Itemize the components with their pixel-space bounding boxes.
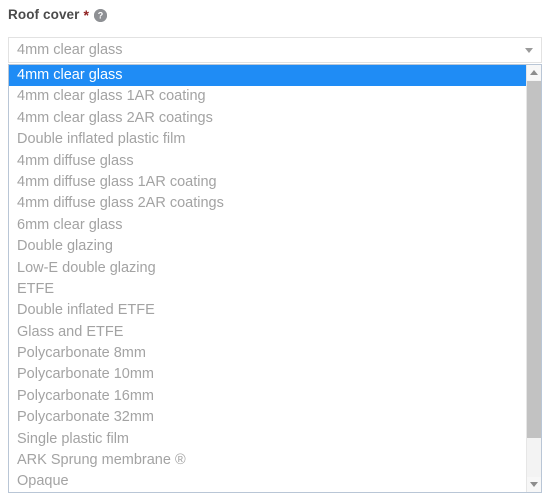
option-item[interactable]: Polycarbonate 32mm xyxy=(9,407,526,428)
chevron-down-icon[interactable] xyxy=(525,47,533,53)
field-label-row: Roof cover * ? xyxy=(8,4,108,24)
option-item[interactable]: Single plastic film xyxy=(9,429,526,450)
option-item[interactable]: Opaque xyxy=(9,471,526,492)
option-item[interactable]: Polycarbonate 10mm xyxy=(9,364,526,385)
scroll-down-arrow-glyph xyxy=(530,482,538,487)
option-item[interactable]: Polycarbonate 8mm xyxy=(9,343,526,364)
option-item[interactable]: Low-E double glazing xyxy=(9,258,526,279)
scroll-up-arrow-glyph xyxy=(530,70,538,75)
scroll-down-arrow-icon[interactable] xyxy=(527,477,541,492)
roof-cover-select[interactable]: 4mm clear glass xyxy=(8,37,542,63)
option-item[interactable]: ETFE xyxy=(9,279,526,300)
required-asterisk: * xyxy=(83,7,90,23)
option-item[interactable]: 6mm clear glass xyxy=(9,215,526,236)
option-item[interactable]: Double inflated plastic film xyxy=(9,129,526,150)
roof-cover-option-list[interactable]: 4mm clear glass 4mm clear glass 1AR coati… xyxy=(8,64,542,493)
option-item[interactable]: 4mm clear glass 2AR coatings xyxy=(9,108,526,129)
option-item[interactable]: 4mm diffuse glass xyxy=(9,151,526,172)
help-circle-icon[interactable]: ? xyxy=(94,8,108,22)
option-list-items[interactable]: 4mm clear glass 4mm clear glass 1AR coati… xyxy=(9,65,526,492)
roof-cover-form-field: Roof cover * ? 4mm clear glass 4mm clear… xyxy=(0,0,550,500)
page-title: Roof cover xyxy=(8,6,80,22)
option-item[interactable]: ARK Sprung membrane ® xyxy=(9,450,526,471)
option-item[interactable]: 4mm clear glass xyxy=(9,65,526,87)
scrollbar-thumb[interactable] xyxy=(527,81,541,438)
option-item[interactable]: 4mm clear glass 1AR coating xyxy=(9,86,526,107)
select-selected-value: 4mm clear glass xyxy=(17,42,123,58)
option-item[interactable]: Double glazing xyxy=(9,236,526,257)
option-item[interactable]: 4mm diffuse glass 2AR coatings xyxy=(9,193,526,214)
scroll-up-arrow-icon[interactable] xyxy=(527,65,541,80)
option-item[interactable]: 4mm diffuse glass 1AR coating xyxy=(9,172,526,193)
option-item[interactable]: Double inflated ETFE xyxy=(9,300,526,321)
option-item[interactable]: Polycarbonate 16mm xyxy=(9,386,526,407)
svg-text:?: ? xyxy=(98,10,104,20)
option-item[interactable]: Glass and ETFE xyxy=(9,322,526,343)
option-list-scrollbar[interactable] xyxy=(526,65,541,492)
